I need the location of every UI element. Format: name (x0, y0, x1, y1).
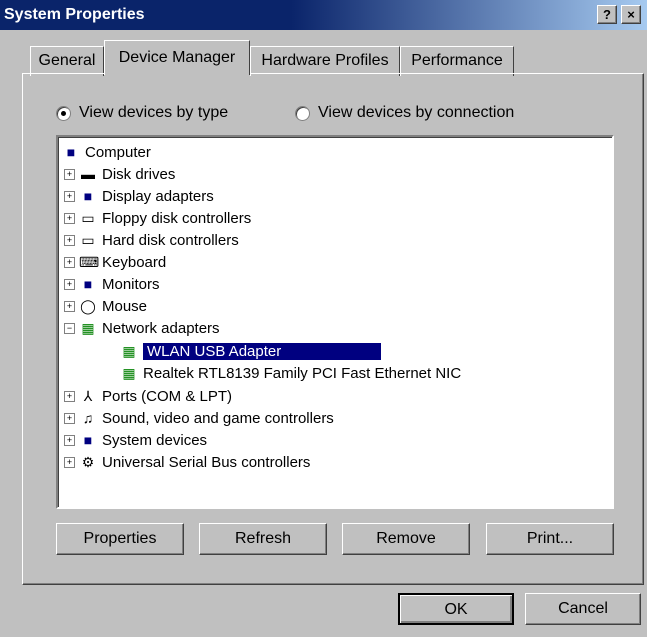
expand-icon[interactable]: + (64, 456, 75, 468)
help-button[interactable]: ? (597, 5, 617, 24)
window-title: System Properties (4, 6, 145, 23)
display-icon: ■ (83, 188, 93, 204)
expand-icon[interactable]: + (64, 234, 75, 246)
radio-view-by-type[interactable]: View devices by type (56, 104, 228, 122)
tab-device-manager[interactable]: Device Manager (104, 40, 250, 75)
tab-general[interactable]: General (30, 46, 104, 76)
radio-view-by-connection[interactable]: View devices by connection (295, 104, 514, 122)
title-bar[interactable]: System Properties ? × (0, 0, 647, 30)
hdd-controller-icon: ▭ (81, 232, 95, 248)
tree-item-monitors[interactable]: + ■ Monitors (64, 273, 160, 295)
sound-icon: ♫ (82, 410, 94, 426)
ok-button[interactable]: OK (398, 593, 514, 625)
radio-button[interactable] (56, 105, 71, 121)
refresh-button[interactable]: Refresh (199, 523, 327, 555)
expand-icon[interactable]: + (64, 256, 75, 268)
network-adapter-icon: ▦ (122, 343, 136, 359)
computer-icon: ■ (66, 144, 76, 160)
disk-drive-icon: ▬ (81, 166, 95, 182)
tree-root-label: Computer (85, 143, 151, 161)
properties-button[interactable]: Properties (56, 523, 184, 555)
expand-icon[interactable]: + (64, 390, 75, 402)
radio-button[interactable] (295, 105, 310, 121)
tree-item-label: Display adapters (102, 187, 214, 205)
tree-item-network-adapters[interactable]: − ▦ Network adapters (64, 317, 220, 339)
tree-item-keyboard[interactable]: + ⌨ Keyboard (64, 251, 166, 273)
tree-item-ports[interactable]: + ⅄ Ports (COM & LPT) (64, 385, 232, 407)
tree-item-label: Hard disk controllers (102, 231, 239, 249)
tree-item-label: Monitors (102, 275, 160, 293)
tab-performance[interactable]: Performance (400, 46, 514, 76)
tree-item-label: Mouse (102, 297, 148, 315)
tree-item-system-devices[interactable]: + ■ System devices (64, 429, 207, 451)
tree-item-mouse[interactable]: + ◯ Mouse (64, 295, 147, 317)
tree-item-sound[interactable]: + ♫ Sound, video and game controllers (64, 407, 334, 429)
radio-label: View devices by type (79, 104, 229, 121)
network-adapter-icon: ▦ (122, 365, 136, 381)
mouse-icon: ◯ (80, 298, 96, 314)
device-tree[interactable]: ■ Computer + ▬ Disk drives + ■ Display a… (56, 135, 614, 509)
expand-icon[interactable]: + (64, 212, 75, 224)
tree-item-floppy-controllers[interactable]: + ▭ Floppy disk controllers (64, 207, 251, 229)
network-adapter-icon: ▦ (81, 320, 95, 336)
tree-item-label: Realtek RTL8139 Family PCI Fast Ethernet… (143, 364, 462, 382)
keyboard-icon: ⌨ (79, 254, 100, 270)
tree-item-label: Network adapters (102, 319, 220, 337)
tab-hardware-profiles[interactable]: Hardware Profiles (250, 46, 400, 76)
print-button[interactable]: Print... (486, 523, 614, 555)
monitor-icon: ■ (83, 276, 93, 292)
expand-icon[interactable]: + (64, 168, 75, 180)
tree-item-label: Keyboard (102, 253, 167, 271)
usb-icon: ⚙ (81, 454, 95, 470)
tree-item-realtek-nic[interactable]: ▦ Realtek RTL8139 Family PCI Fast Ethern… (120, 362, 461, 384)
tree-item-usb[interactable]: + ⚙ Universal Serial Bus controllers (64, 451, 310, 473)
tree-item-disk-drives[interactable]: + ▬ Disk drives (64, 163, 175, 185)
floppy-icon: ▭ (81, 210, 95, 226)
tree-item-label-selected: WLAN USB Adapter (143, 342, 381, 360)
tree-item-label: Floppy disk controllers (102, 209, 252, 227)
expand-icon[interactable]: + (64, 190, 75, 202)
tree-item-wlan-usb-adapter[interactable]: ▦ WLAN USB Adapter (120, 340, 381, 362)
tree-item-label: Universal Serial Bus controllers (102, 453, 311, 471)
expand-icon[interactable]: + (64, 278, 75, 290)
radio-label: View devices by connection (318, 104, 515, 121)
close-button[interactable]: × (621, 5, 641, 24)
remove-button[interactable]: Remove (342, 523, 470, 555)
expand-icon[interactable]: + (64, 300, 75, 312)
tree-item-display-adapters[interactable]: + ■ Display adapters (64, 185, 214, 207)
expand-icon[interactable]: + (64, 412, 75, 424)
tree-item-label: Disk drives (102, 165, 176, 183)
expand-icon[interactable]: + (64, 434, 75, 446)
cancel-button[interactable]: Cancel (525, 593, 641, 625)
tree-root[interactable]: ■ Computer (62, 141, 151, 163)
tree-item-label: Ports (COM & LPT) (102, 387, 233, 405)
collapse-icon[interactable]: − (64, 322, 75, 334)
ports-icon: ⅄ (83, 388, 93, 404)
tree-item-hard-disk-controllers[interactable]: + ▭ Hard disk controllers (64, 229, 239, 251)
tree-item-label: System devices (102, 431, 208, 449)
system-device-icon: ■ (83, 432, 93, 448)
tree-item-label: Sound, video and game controllers (102, 409, 334, 427)
